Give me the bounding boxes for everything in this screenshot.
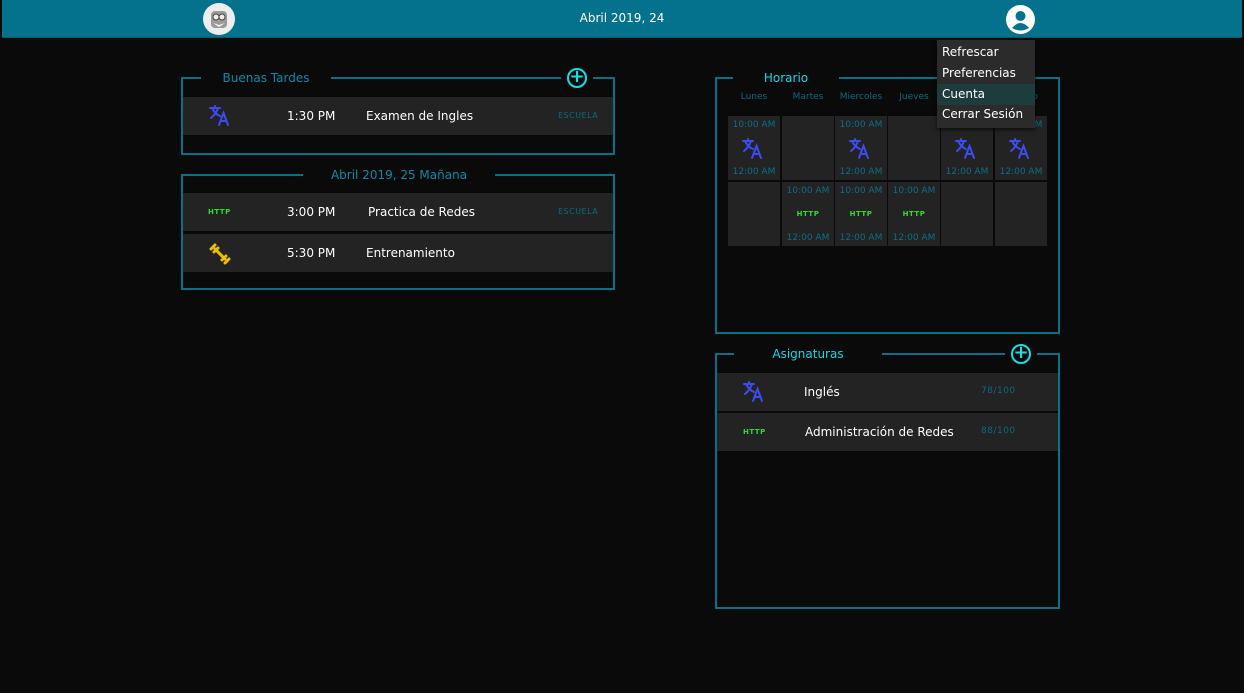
http-icon: HTTP	[208, 208, 231, 216]
schedule-cell[interactable]	[995, 182, 1047, 246]
translate-icon	[743, 381, 763, 402]
translate-icon	[209, 105, 229, 126]
event-tag: ESCUELA	[558, 111, 599, 120]
event-row[interactable]: 1:30 PM Examen de Ingles ESCUELA	[183, 97, 613, 135]
account-menu: Refrescar Preferencias Cuenta Cerrar Ses…	[937, 40, 1035, 128]
tomorrow-panel: Abril 2019, 25 Mañana HTTP 3:00 PM Pract…	[181, 167, 615, 290]
http-icon: HTTP	[902, 210, 926, 218]
end-time: 12:00 AM	[732, 167, 776, 177]
event-tag: ESCUELA	[558, 207, 599, 216]
account-circle-icon[interactable]	[1006, 5, 1035, 34]
add-subject-button[interactable]: +	[1011, 344, 1031, 364]
start-time: 10:00 AM	[839, 186, 883, 196]
event-time: 1:30 PM	[287, 109, 336, 123]
subject-score: 78/100	[981, 386, 1016, 396]
start-time: 10:00 AM	[839, 120, 883, 130]
day-label: Lunes	[740, 92, 768, 102]
subject-row[interactable]: Inglés 78/100	[717, 373, 1058, 411]
schedule-cell[interactable]: 10:00 AM HTTP 12:00 AM	[835, 182, 887, 246]
translate-icon	[955, 138, 975, 159]
translate-icon	[742, 138, 762, 159]
schedule-cell[interactable]	[782, 116, 834, 180]
day-label: Jueves	[899, 92, 929, 102]
dumbbell-icon	[209, 243, 231, 265]
http-icon: HTTP	[743, 428, 766, 436]
translate-icon	[1009, 138, 1029, 159]
today-title: Buenas Tardes	[201, 70, 331, 86]
schedule-title: Horario	[733, 70, 839, 86]
start-time: 10:00 AM	[732, 120, 776, 130]
event-time: 5:30 PM	[287, 246, 336, 260]
end-time: 12:00 AM	[786, 233, 830, 243]
menu-item-preferences[interactable]: Preferencias	[937, 63, 1035, 84]
today-panel: Buenas Tardes + 1:30 PM Examen de Ingles…	[181, 68, 615, 155]
menu-item-logout[interactable]: Cerrar Sesión	[937, 104, 1035, 125]
menu-item-refresh[interactable]: Refrescar	[937, 42, 1035, 63]
event-time: 3:00 PM	[287, 205, 336, 219]
schedule-cell[interactable]: 10:00 AM 12:00 AM	[728, 116, 780, 180]
menu-item-account[interactable]: Cuenta	[937, 84, 1035, 105]
schedule-cell[interactable]: 10:00 AM HTTP 12:00 AM	[782, 182, 834, 246]
subject-name: Inglés	[804, 385, 840, 399]
day-label: Miercoles	[839, 92, 883, 102]
translate-icon	[849, 138, 869, 159]
end-time: 12:00 AM	[892, 233, 936, 243]
add-event-button[interactable]: +	[567, 68, 587, 88]
schedule-cell[interactable]	[888, 116, 940, 180]
subject-row[interactable]: HTTP Administración de Redes 88/100	[717, 413, 1058, 451]
event-row[interactable]: 5:30 PM Entrenamiento	[183, 234, 613, 272]
event-title: Examen de Ingles	[366, 109, 474, 123]
event-title: Practica de Redes	[368, 205, 475, 219]
http-icon: HTTP	[796, 210, 820, 218]
event-title: Entrenamiento	[366, 246, 455, 260]
start-time: 10:00 AM	[786, 186, 830, 196]
start-time: 10:00 AM	[892, 186, 936, 196]
end-time: 12:00 AM	[839, 167, 883, 177]
day-label: Martes	[792, 92, 824, 102]
header-date: Abril 2019, 24	[579, 11, 665, 25]
subjects-title: Asignaturas	[734, 346, 882, 362]
schedule-cell[interactable]: 10:00 AM 12:00 AM	[835, 116, 887, 180]
tomorrow-title: Abril 2019, 25 Mañana	[303, 167, 495, 183]
end-time: 12:00 AM	[945, 167, 989, 177]
schedule-cell[interactable]: 10:00 AM HTTP 12:00 AM	[888, 182, 940, 246]
subject-name: Administración de Redes	[805, 425, 954, 439]
schedule-cell[interactable]	[728, 182, 780, 246]
subject-score: 88/100	[981, 426, 1016, 436]
schedule-cell[interactable]	[941, 182, 993, 246]
end-time: 12:00 AM	[999, 167, 1043, 177]
http-icon: HTTP	[849, 210, 873, 218]
subjects-panel: Asignaturas + Inglés 78/100 HTTP Adminis…	[715, 344, 1060, 609]
end-time: 12:00 AM	[839, 233, 883, 243]
event-row[interactable]: HTTP 3:00 PM Practica de Redes ESCUELA	[183, 193, 613, 231]
